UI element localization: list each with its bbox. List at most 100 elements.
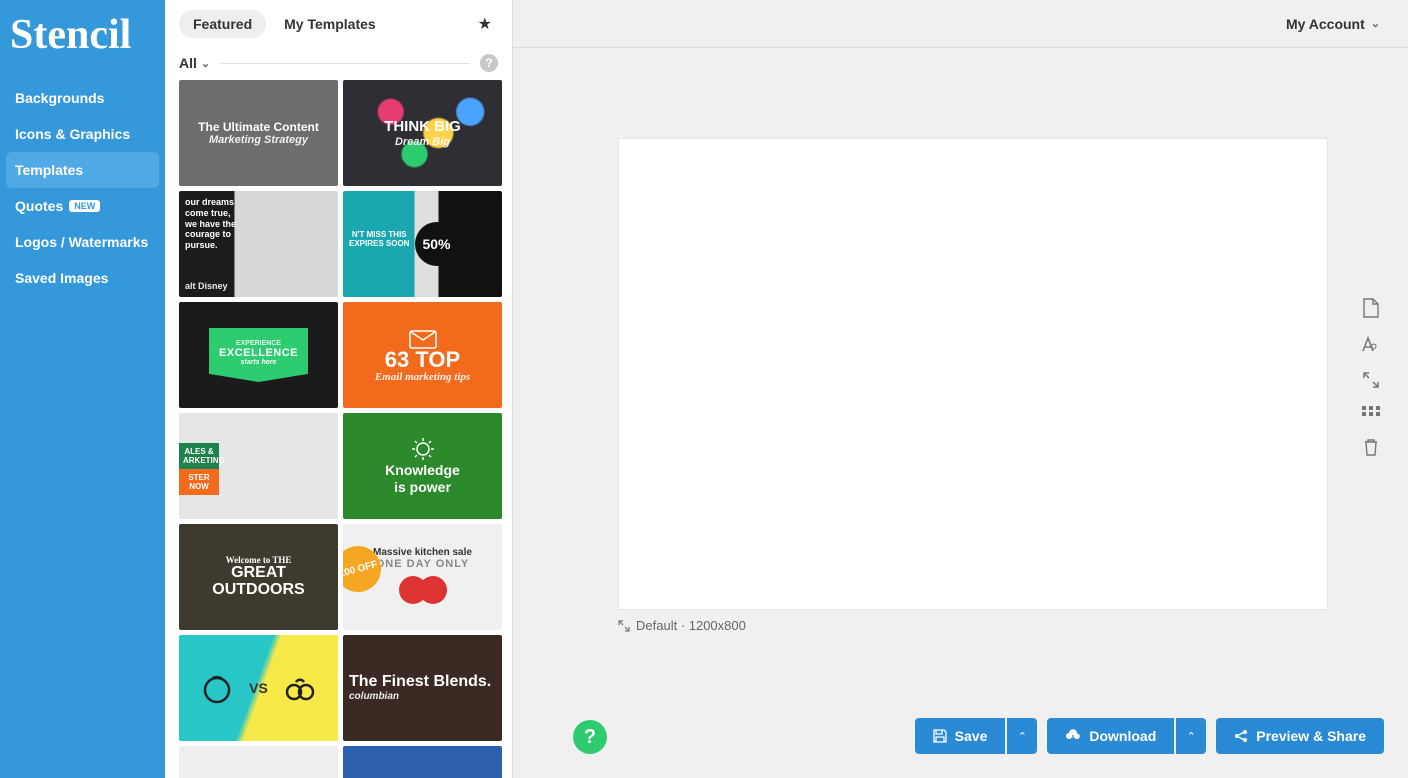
thumb-text: The Finest Blends. xyxy=(349,674,491,691)
thumb-text: is power xyxy=(394,479,451,496)
template-thumb[interactable]: EXPERIENCE EXCELLENCE starts here xyxy=(179,302,338,408)
page-icon[interactable] xyxy=(1362,298,1380,318)
account-dropdown[interactable]: My Account ⌄ xyxy=(1286,16,1380,32)
template-thumb[interactable]: ALES & ARKETING STER NOW xyxy=(179,413,338,519)
envelope-icon xyxy=(409,327,437,349)
account-label: My Account xyxy=(1286,16,1365,32)
nav-backgrounds[interactable]: Backgrounds xyxy=(0,80,165,116)
thumb-text: alt Disney xyxy=(185,281,228,291)
chevron-down-icon: ⌄ xyxy=(201,57,210,70)
save-label: Save xyxy=(955,728,988,744)
preview-label: Preview & Share xyxy=(1256,728,1366,744)
chevron-up-icon: ⌃ xyxy=(1018,730,1027,743)
template-thumb[interactable]: The Ultimate Content Marketing Strategy xyxy=(179,80,338,186)
thumb-text: THINK BIG xyxy=(384,118,461,136)
canvas-area: Default · 1200x800 ? xyxy=(513,48,1408,778)
template-thumb[interactable]: VS xyxy=(179,635,338,741)
share-icon xyxy=(1234,729,1248,743)
template-thumb[interactable]: 63 TOP Email marketing tips xyxy=(343,302,502,408)
thumb-text: VS xyxy=(249,680,268,696)
thumb-text: OUTDOORS xyxy=(212,582,304,599)
thumb-text: our dreams come true, we have the courag… xyxy=(185,197,240,251)
thumb-text: Marketing Strategy xyxy=(209,134,308,146)
tab-my-templates[interactable]: My Templates xyxy=(270,10,390,38)
resize-icon xyxy=(618,620,630,632)
canvas-size-text: Default · 1200x800 xyxy=(636,618,746,633)
nav-icons-graphics[interactable]: Icons & Graphics xyxy=(0,116,165,152)
thumb-text: columbian xyxy=(349,691,399,702)
nav-saved-images[interactable]: Saved Images xyxy=(0,260,165,296)
download-button[interactable]: Download xyxy=(1047,718,1174,754)
thumb-text: ONE DAY ONLY xyxy=(376,558,470,570)
nav-label: Backgrounds xyxy=(15,90,104,106)
lightbulb-icon xyxy=(410,436,436,462)
cloud-download-icon xyxy=(1065,729,1081,743)
filter-label-text: All xyxy=(179,55,197,71)
nav-templates[interactable]: Templates xyxy=(6,152,159,188)
nav-label: Icons & Graphics xyxy=(15,126,130,142)
template-thumb[interactable]: Knowledge is power xyxy=(343,413,502,519)
template-scroll[interactable]: The Ultimate Content Marketing Strategy … xyxy=(165,80,512,778)
thumb-text: Dream Big xyxy=(395,136,450,148)
template-thumb[interactable]: our dreams come true, we have the courag… xyxy=(179,191,338,297)
fruit-icon xyxy=(199,670,235,706)
help-icon[interactable]: ? xyxy=(480,54,498,72)
chevron-up-icon: ⌃ xyxy=(1187,730,1196,743)
template-thumb[interactable]: The Finest Blends. columbian xyxy=(343,635,502,741)
template-thumb[interactable]: THINK BIG Dream Big xyxy=(343,80,502,186)
template-thumb[interactable]: Welcome to THE GREAT OUTDOORS xyxy=(179,524,338,630)
tab-featured[interactable]: Featured xyxy=(179,10,266,38)
download-caret[interactable]: ⌃ xyxy=(1176,718,1206,754)
nav-label: Quotes xyxy=(15,198,63,214)
grid-icon[interactable] xyxy=(1362,406,1380,420)
nav-label: Logos / Watermarks xyxy=(15,234,148,250)
nav-label: Saved Images xyxy=(15,270,108,286)
thumb-text: STER NOW xyxy=(179,469,219,495)
expand-icon[interactable] xyxy=(1363,372,1379,388)
save-button[interactable]: Save xyxy=(915,718,1006,754)
canvas-size-label[interactable]: Default · 1200x800 xyxy=(618,618,746,633)
tomato-icon xyxy=(419,576,447,604)
download-label: Download xyxy=(1089,728,1156,744)
bottom-action-bar: Save ⌃ Download ⌃ Preview & Share xyxy=(915,718,1384,754)
thumb-text: EXCELLENCE xyxy=(219,347,298,359)
filter-row: All ⌄ ? xyxy=(165,44,512,80)
thumb-text: 50% xyxy=(415,222,459,266)
chevron-down-icon: ⌄ xyxy=(1371,17,1380,30)
thumb-text: The Ultimate Content xyxy=(198,120,319,134)
topbar: My Account ⌄ xyxy=(513,0,1408,48)
thumb-text: 63 TOP xyxy=(385,349,460,371)
thumb-text: EXPERIENCE xyxy=(219,340,298,347)
template-thumb[interactable]: Let your xyxy=(343,746,502,778)
divider xyxy=(220,63,470,64)
nav-quotes[interactable]: Quotes NEW xyxy=(0,188,165,224)
thumb-text: GREAT xyxy=(231,565,286,582)
thumb-text: starts here xyxy=(219,359,298,366)
template-panel: Featured My Templates ★ All ⌄ ? The Ulti… xyxy=(165,0,513,778)
template-thumb[interactable]: Massive kitchen sale ONE DAY ONLY 100 OF… xyxy=(343,524,502,630)
thumb-text: Massive kitchen sale xyxy=(373,547,472,558)
download-button-group: Download ⌃ xyxy=(1047,718,1206,754)
favorites-star-icon[interactable]: ★ xyxy=(478,14,498,34)
thumb-text: EXPIRES SOON xyxy=(349,240,409,249)
canvas[interactable] xyxy=(618,138,1328,610)
save-caret[interactable]: ⌃ xyxy=(1007,718,1037,754)
template-grid: The Ultimate Content Marketing Strategy … xyxy=(179,80,502,778)
trash-icon[interactable] xyxy=(1363,438,1379,456)
nav-logos-watermarks[interactable]: Logos / Watermarks xyxy=(0,224,165,260)
thumb-text: Email marketing tips xyxy=(375,371,470,383)
help-fab-icon[interactable]: ? xyxy=(573,720,607,754)
filter-dropdown[interactable]: All ⌄ xyxy=(179,55,210,71)
fruit-icon xyxy=(282,670,318,706)
text-icon[interactable] xyxy=(1361,336,1381,354)
new-badge: NEW xyxy=(69,200,100,212)
template-thumb[interactable] xyxy=(179,746,338,778)
app-logo: Stencil xyxy=(0,8,165,80)
template-tabs: Featured My Templates ★ xyxy=(165,0,512,44)
save-button-group: Save ⌃ xyxy=(915,718,1038,754)
main-area: My Account ⌄ Default · 1200x800 xyxy=(513,0,1408,778)
thumb-text: ALES & ARKETING xyxy=(179,443,219,469)
template-thumb[interactable]: N'T MISS THIS EXPIRES SOON 50% xyxy=(343,191,502,297)
right-toolbar xyxy=(1358,298,1384,456)
preview-share-button[interactable]: Preview & Share xyxy=(1216,718,1384,754)
